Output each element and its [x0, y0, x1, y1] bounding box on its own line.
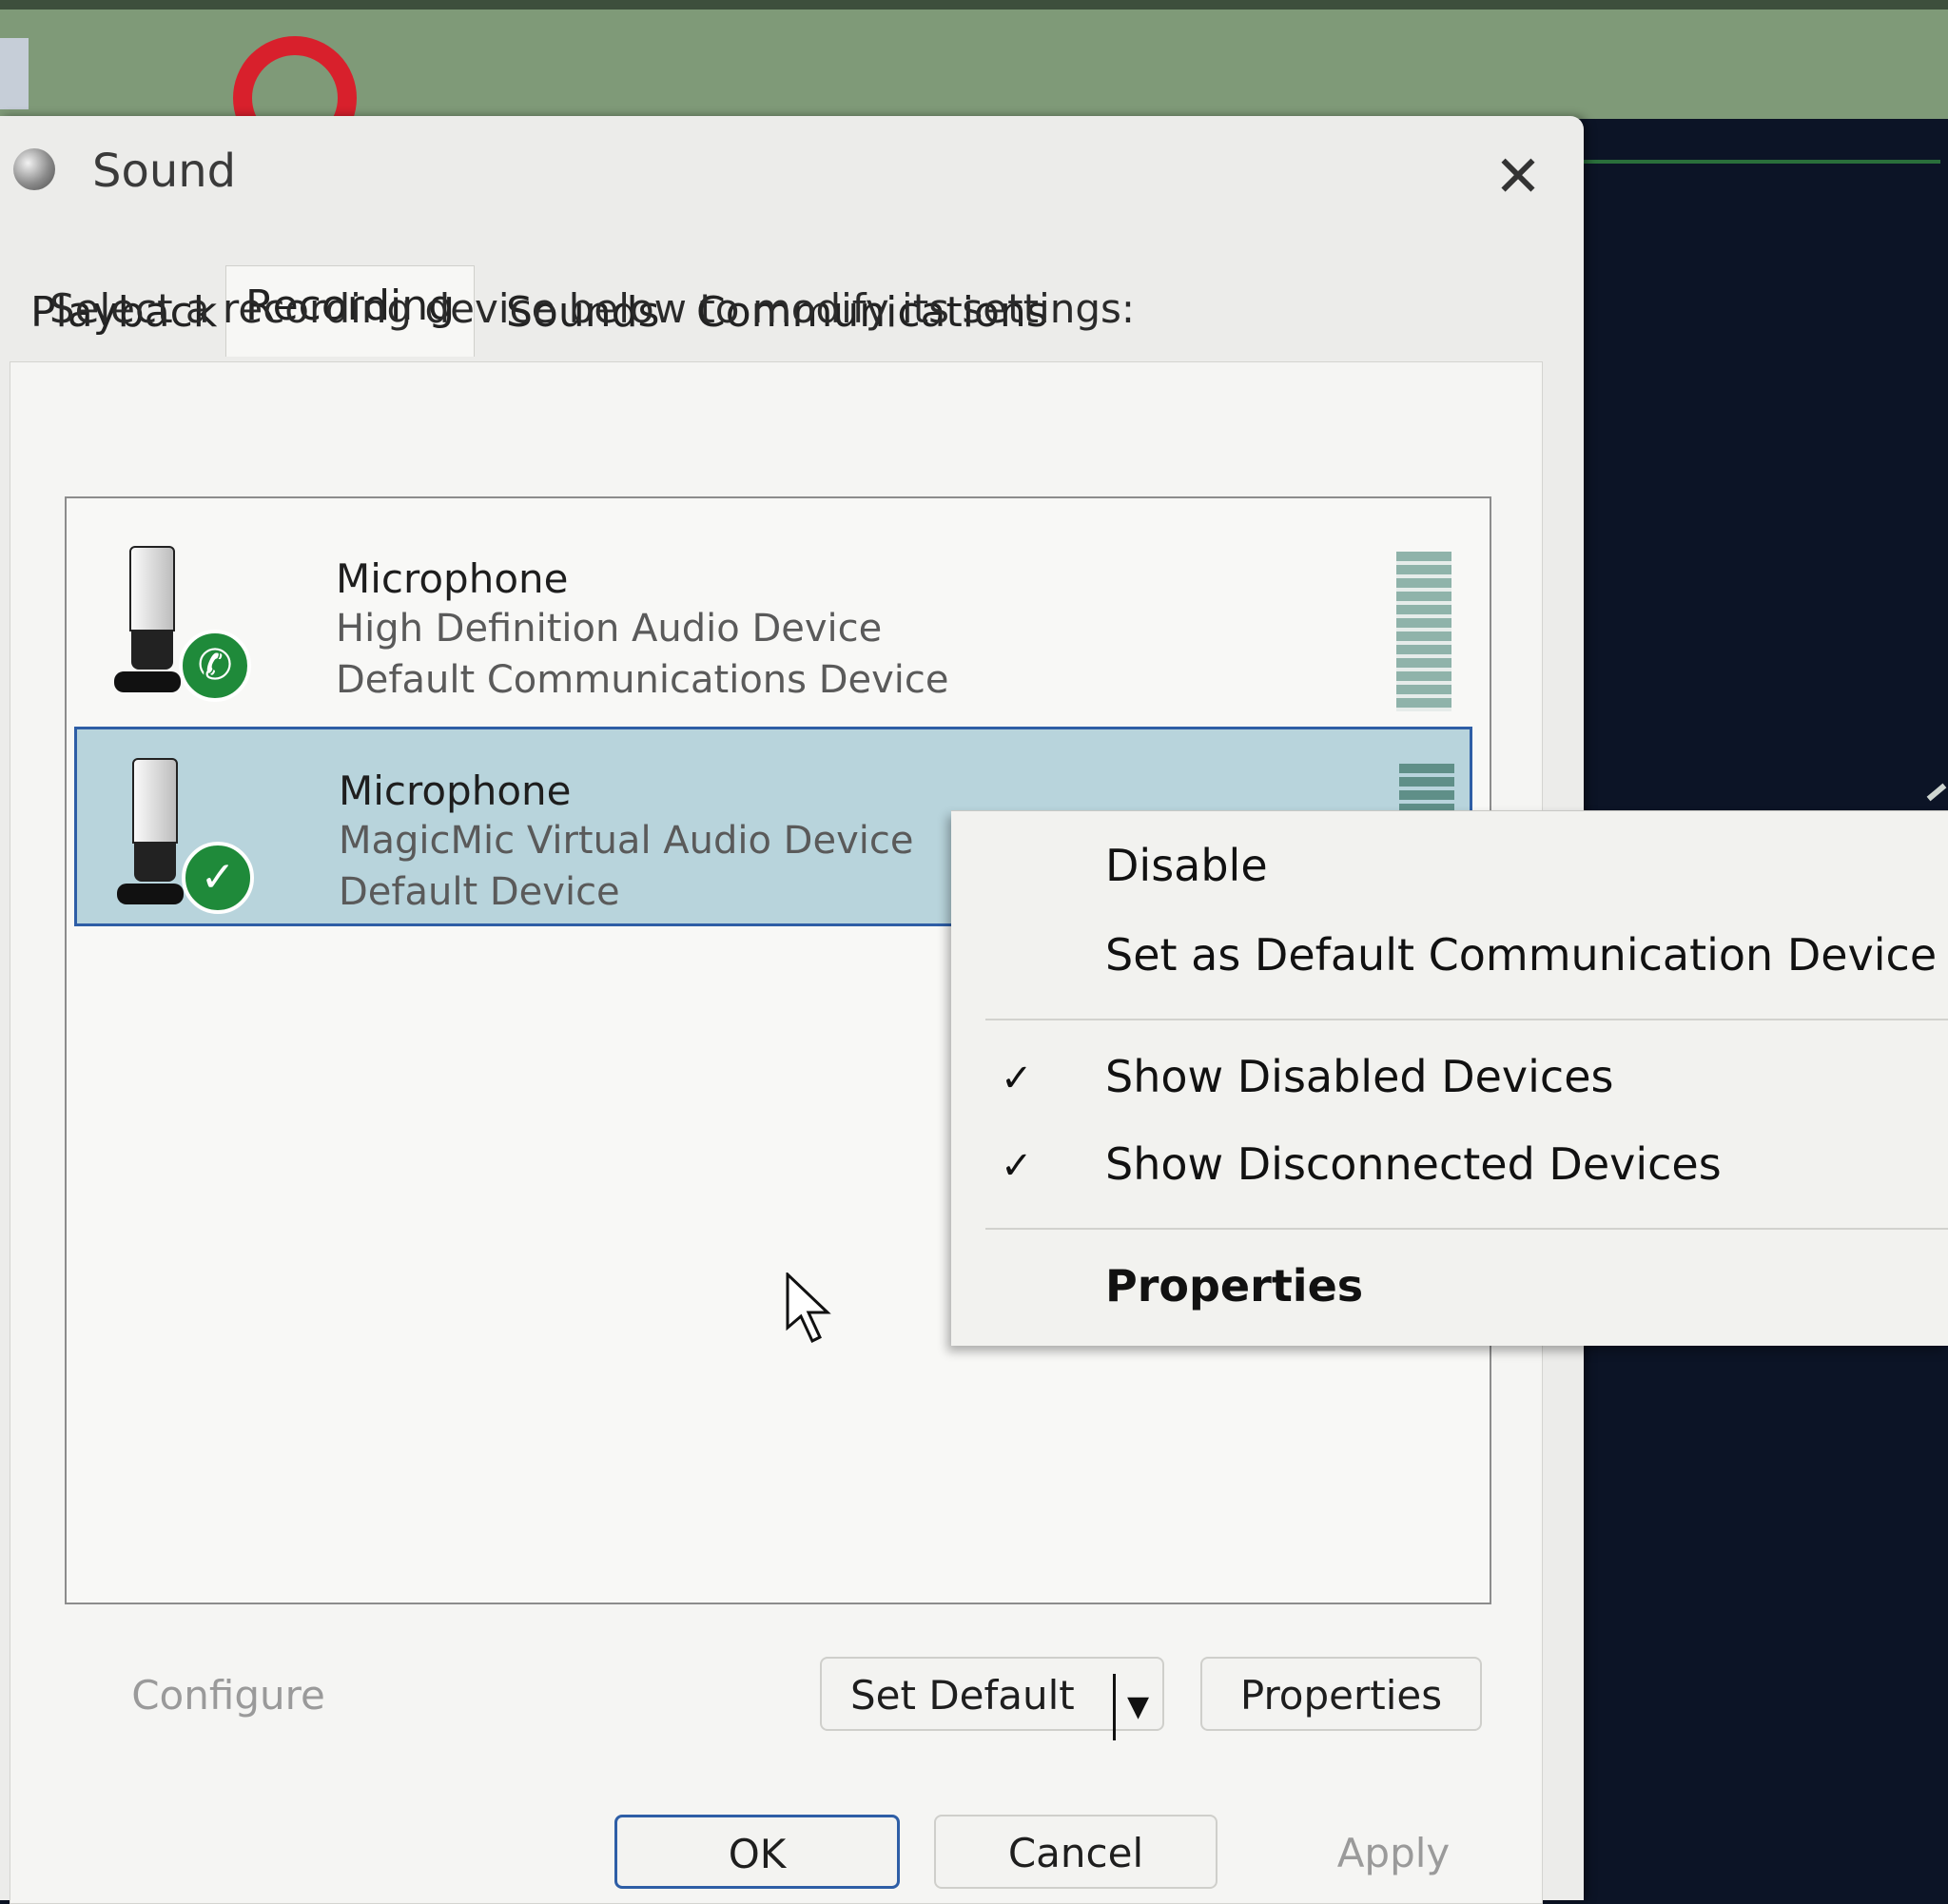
checkmark-icon: ✓ [1001, 1057, 1033, 1100]
chevron-down-icon[interactable]: ▼ [1113, 1674, 1160, 1740]
speaker-icon [13, 148, 55, 190]
menu-separator [985, 1228, 1948, 1230]
background-mark [1926, 783, 1947, 802]
cancel-button[interactable]: Cancel [934, 1815, 1218, 1889]
checkmark-icon: ✓ [182, 842, 254, 914]
desktop-icon [0, 38, 29, 109]
device-name: Microphone [336, 555, 569, 602]
device-status: Default Device [339, 870, 620, 914]
menu-item-set-default-communication[interactable]: Set as Default Communication Device [1105, 929, 1937, 981]
device-row-microphone-hd[interactable]: ✆ Microphone High Definition Audio Devic… [74, 517, 1472, 717]
window-title: Sound [92, 145, 237, 198]
close-button[interactable]: ✕ [1484, 143, 1552, 211]
ok-button[interactable]: OK [614, 1815, 900, 1889]
background-window-line [1579, 160, 1940, 164]
microphone-icon [114, 546, 181, 698]
apply-button[interactable]: Apply [1252, 1815, 1535, 1889]
instruction-text: Select a recording device below to modif… [49, 285, 1136, 332]
properties-button[interactable]: Properties [1200, 1657, 1482, 1731]
level-meter [1396, 552, 1451, 711]
device-status: Default Communications Device [336, 658, 949, 702]
device-driver: High Definition Audio Device [336, 607, 883, 651]
device-driver: MagicMic Virtual Audio Device [339, 819, 914, 863]
configure-button[interactable]: Configure [86, 1657, 371, 1731]
mouse-cursor-icon [786, 1273, 831, 1344]
microphone-icon [117, 758, 184, 910]
menu-separator [985, 1019, 1948, 1020]
menu-item-show-disabled[interactable]: Show Disabled Devices [1105, 1051, 1613, 1102]
menu-item-disable[interactable]: Disable [1105, 840, 1268, 891]
phone-icon: ✆ [179, 630, 251, 702]
menu-item-properties[interactable]: Properties [1105, 1260, 1363, 1311]
device-name: Microphone [339, 767, 572, 814]
menu-item-show-disconnected[interactable]: Show Disconnected Devices [1105, 1138, 1722, 1190]
checkmark-icon: ✓ [1001, 1144, 1033, 1188]
context-menu: Disable Set as Default Communication Dev… [951, 810, 1948, 1346]
desktop-strip [0, 0, 1948, 10]
